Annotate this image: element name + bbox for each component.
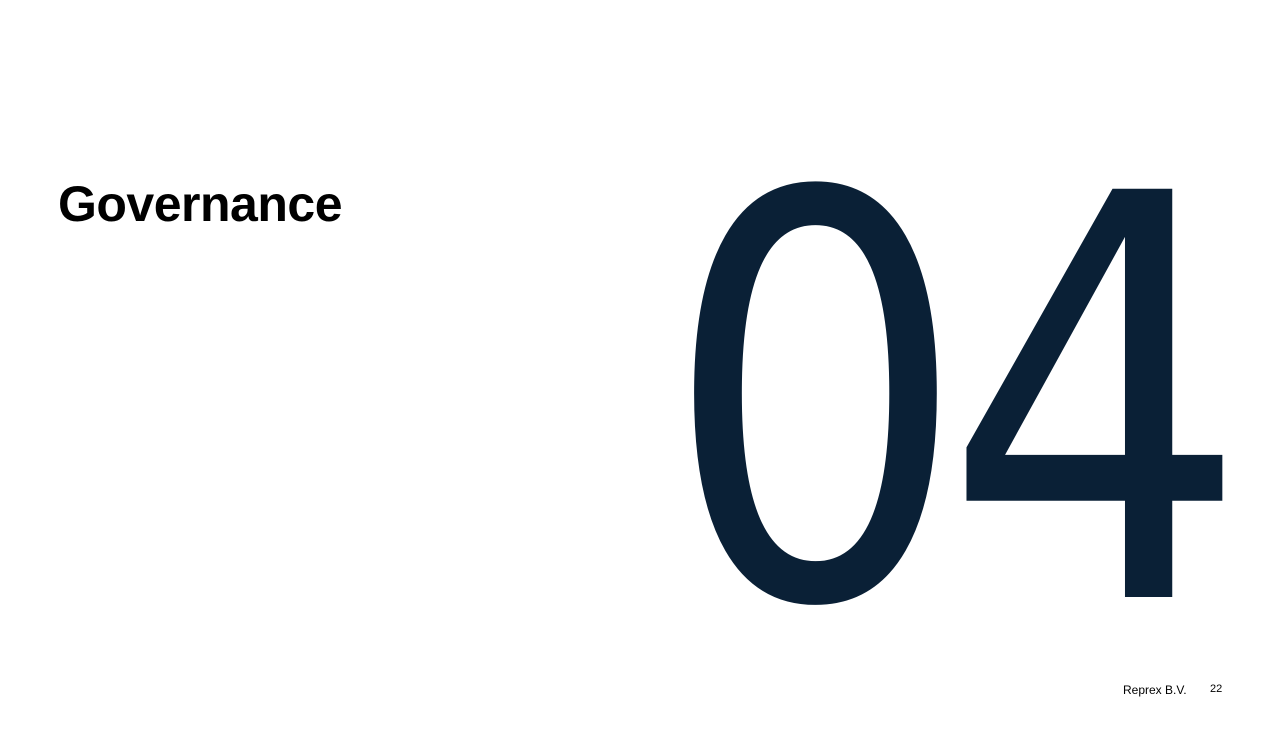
- section-number: 04: [662, 78, 1250, 730]
- slide: Governance 04 Reprex B.V. 22: [0, 0, 1280, 720]
- footer-company-name: Reprex B.V.: [1123, 683, 1187, 697]
- footer-page-number: 22: [1210, 683, 1223, 695]
- section-title: Governance: [58, 176, 343, 232]
